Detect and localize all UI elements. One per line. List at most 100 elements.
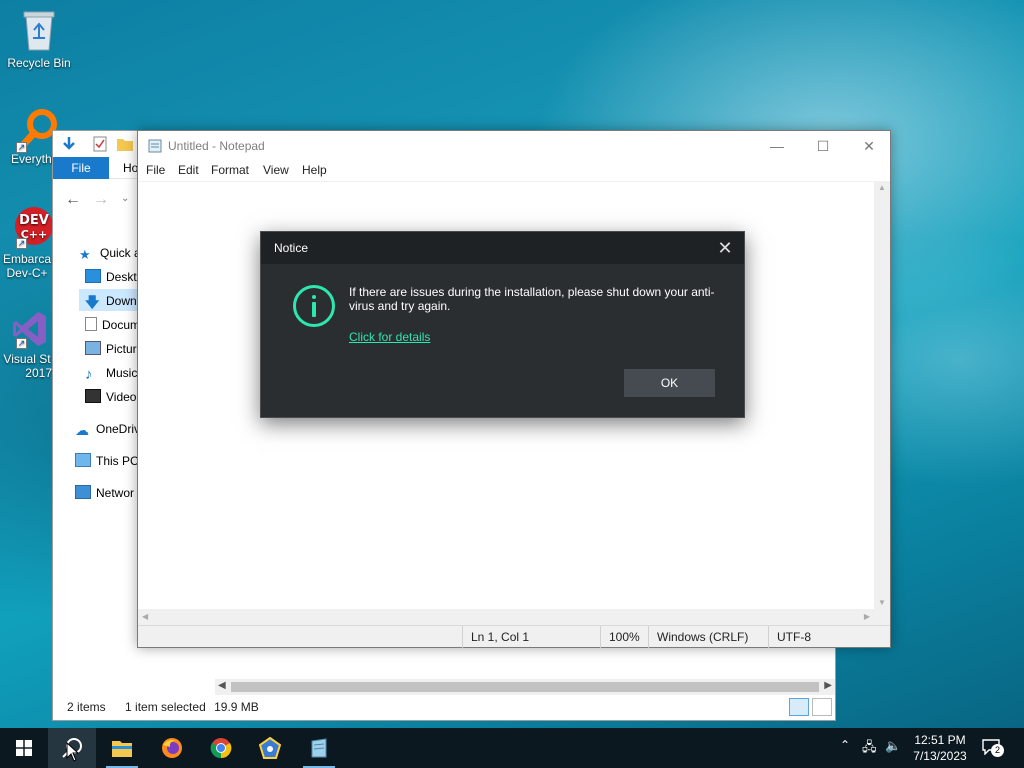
taskbar-chrome[interactable] bbox=[197, 728, 245, 768]
minimize-button[interactable]: — bbox=[754, 131, 800, 161]
back-arrow-icon[interactable]: ← bbox=[65, 191, 81, 209]
chrome-icon bbox=[210, 738, 232, 759]
window-title: Untitled - Notepad bbox=[168, 139, 265, 153]
star-icon: ★ bbox=[79, 247, 91, 262]
vertical-scrollbar[interactable]: ▲ ▼ bbox=[874, 181, 890, 609]
close-button[interactable]: ✕ bbox=[846, 131, 892, 161]
taskbar: ⌃ 🖧 🔈 12:51 PM 7/13/2023 2 bbox=[0, 728, 1024, 768]
large-icons-view-button[interactable] bbox=[812, 698, 832, 716]
music-icon: ♪ bbox=[85, 366, 93, 383]
nav-item-label: Music bbox=[106, 366, 138, 380]
taskbar-file-explorer[interactable] bbox=[98, 728, 146, 768]
details-view-button[interactable] bbox=[789, 698, 809, 716]
scroll-left-arrow-icon[interactable]: ◀ bbox=[142, 612, 148, 621]
dialog-close-button[interactable]: ✕ bbox=[710, 233, 740, 263]
desktop-icon-visual-studio[interactable]: ↗ Visual St 2017 bbox=[0, 310, 54, 380]
mouse-cursor-icon bbox=[66, 742, 80, 762]
firefox-icon bbox=[162, 738, 182, 758]
properties-icon[interactable] bbox=[93, 136, 107, 152]
download-icon: 🡇 bbox=[85, 294, 100, 310]
computer-icon bbox=[75, 453, 91, 467]
shortcut-arrow-icon: ↗ bbox=[16, 142, 27, 153]
desktop-icon-label: Visual St bbox=[3, 352, 51, 366]
explorer-status-bar: 2 items 1 item selected 19.9 MB bbox=[67, 700, 275, 714]
status-selected-count: 1 item selected bbox=[125, 700, 206, 714]
desktop-icon-label-line2: Dev-C+ bbox=[6, 266, 48, 280]
notification-count-badge: 2 bbox=[991, 744, 1004, 757]
nav-item-downloads[interactable]: 🡇 Downl bbox=[85, 291, 139, 311]
nav-item-videos[interactable]: Video bbox=[85, 387, 136, 407]
system-clock[interactable]: 12:51 PM 7/13/2023 bbox=[906, 732, 974, 764]
scroll-down-arrow-icon[interactable]: ▼ bbox=[878, 598, 886, 607]
menu-file[interactable]: File bbox=[146, 163, 165, 177]
nav-item-pictures[interactable]: Pictur bbox=[85, 339, 137, 359]
nav-item-quick-access[interactable]: ★ Quick a bbox=[79, 243, 141, 263]
nav-item-label: Video bbox=[106, 390, 137, 404]
network-icon bbox=[75, 485, 91, 499]
action-center-button[interactable]: 2 bbox=[982, 738, 1006, 758]
pentagon-app-icon bbox=[259, 737, 281, 759]
nav-item-onedrive[interactable]: ☁ OneDriv bbox=[75, 419, 140, 439]
notepad-status-bar: Ln 1, Col 1 100% Windows (CRLF) UTF-8 bbox=[138, 625, 890, 648]
desktop-icon-everything[interactable]: ↗ Everythi bbox=[0, 108, 58, 166]
menu-format[interactable]: Format bbox=[211, 163, 249, 177]
status-cursor-position: Ln 1, Col 1 bbox=[462, 626, 600, 648]
nav-item-label: Pictur bbox=[106, 342, 137, 356]
svg-text:DEV: DEV bbox=[19, 213, 49, 228]
start-button[interactable] bbox=[0, 728, 48, 768]
scroll-left-arrow-icon[interactable]: ◀ bbox=[218, 680, 226, 691]
nav-item-documents[interactable]: Docum bbox=[85, 315, 140, 335]
explorer-horizontal-scrollbar[interactable]: ◀ ▶ bbox=[215, 679, 835, 695]
details-link[interactable]: Click for details bbox=[349, 330, 430, 344]
info-icon bbox=[293, 285, 335, 327]
close-icon: ✕ bbox=[717, 238, 733, 258]
shortcut-arrow-icon: ↗ bbox=[16, 338, 27, 349]
forward-arrow-icon[interactable]: → bbox=[93, 191, 109, 209]
nav-item-this-pc[interactable]: This PC bbox=[75, 451, 139, 471]
menu-help[interactable]: Help bbox=[302, 163, 327, 177]
nav-item-label: Docum bbox=[102, 318, 141, 332]
nav-item-label: Networ bbox=[96, 486, 135, 500]
chevron-down-icon[interactable]: ⌄ bbox=[121, 193, 129, 204]
network-status-icon[interactable]: 🖧 bbox=[862, 738, 877, 760]
notepad-icon bbox=[148, 139, 162, 153]
recycle-bin-icon bbox=[23, 11, 55, 51]
taskbar-app-pentagon[interactable] bbox=[246, 728, 294, 768]
scrollbar-thumb[interactable] bbox=[231, 682, 819, 692]
ok-button[interactable]: OK bbox=[624, 369, 715, 397]
desktop-icon-devcpp[interactable]: DEV C++ ↗ Embarca Dev-C+ bbox=[0, 206, 54, 280]
menu-view[interactable]: View bbox=[263, 163, 289, 177]
dialog-title: Notice bbox=[274, 241, 309, 255]
status-selected-size: 19.9 MB bbox=[214, 700, 259, 714]
new-folder-icon[interactable] bbox=[117, 137, 133, 151]
nav-item-desktop[interactable]: Deskto bbox=[85, 267, 143, 287]
horizontal-scrollbar[interactable]: ◀ ▶ bbox=[138, 609, 890, 625]
scroll-right-arrow-icon[interactable]: ▶ bbox=[824, 680, 832, 691]
search-button[interactable] bbox=[48, 728, 96, 768]
ribbon-file-tab[interactable]: File bbox=[53, 157, 109, 179]
maximize-button[interactable]: ☐ bbox=[800, 131, 846, 161]
notepad-titlebar[interactable]: Untitled - Notepad — ☐ ✕ bbox=[138, 131, 890, 161]
scroll-up-arrow-icon[interactable]: ▲ bbox=[878, 183, 886, 192]
status-item-count: 2 items bbox=[67, 700, 106, 714]
volume-muted-icon[interactable]: 🔈 bbox=[885, 738, 901, 754]
scroll-right-arrow-icon[interactable]: ▶ bbox=[864, 612, 870, 621]
nav-item-label: Quick a bbox=[100, 246, 141, 260]
notepad-icon bbox=[311, 738, 327, 758]
video-icon bbox=[85, 389, 101, 403]
desktop-icon-recycle-bin[interactable]: Recycle Bin bbox=[1, 8, 77, 70]
status-line-ending: Windows (CRLF) bbox=[648, 626, 768, 648]
pictures-icon bbox=[85, 341, 101, 355]
download-arrow-icon bbox=[63, 137, 75, 150]
nav-item-music[interactable]: ♪ Music bbox=[85, 363, 137, 383]
nav-item-label: Downl bbox=[106, 294, 140, 308]
taskbar-notepad[interactable] bbox=[295, 728, 343, 768]
show-hidden-icons-chevron-icon[interactable]: ⌃ bbox=[840, 738, 850, 752]
nav-item-network[interactable]: Networ bbox=[75, 483, 134, 503]
dialog-titlebar[interactable]: Notice ✕ bbox=[261, 232, 744, 264]
menu-edit[interactable]: Edit bbox=[178, 163, 199, 177]
notice-dialog[interactable]: Notice ✕ If there are issues during the … bbox=[260, 231, 745, 418]
nav-item-label: OneDriv bbox=[96, 422, 141, 436]
clock-time: 12:51 PM bbox=[914, 733, 966, 747]
taskbar-firefox[interactable] bbox=[148, 728, 196, 768]
